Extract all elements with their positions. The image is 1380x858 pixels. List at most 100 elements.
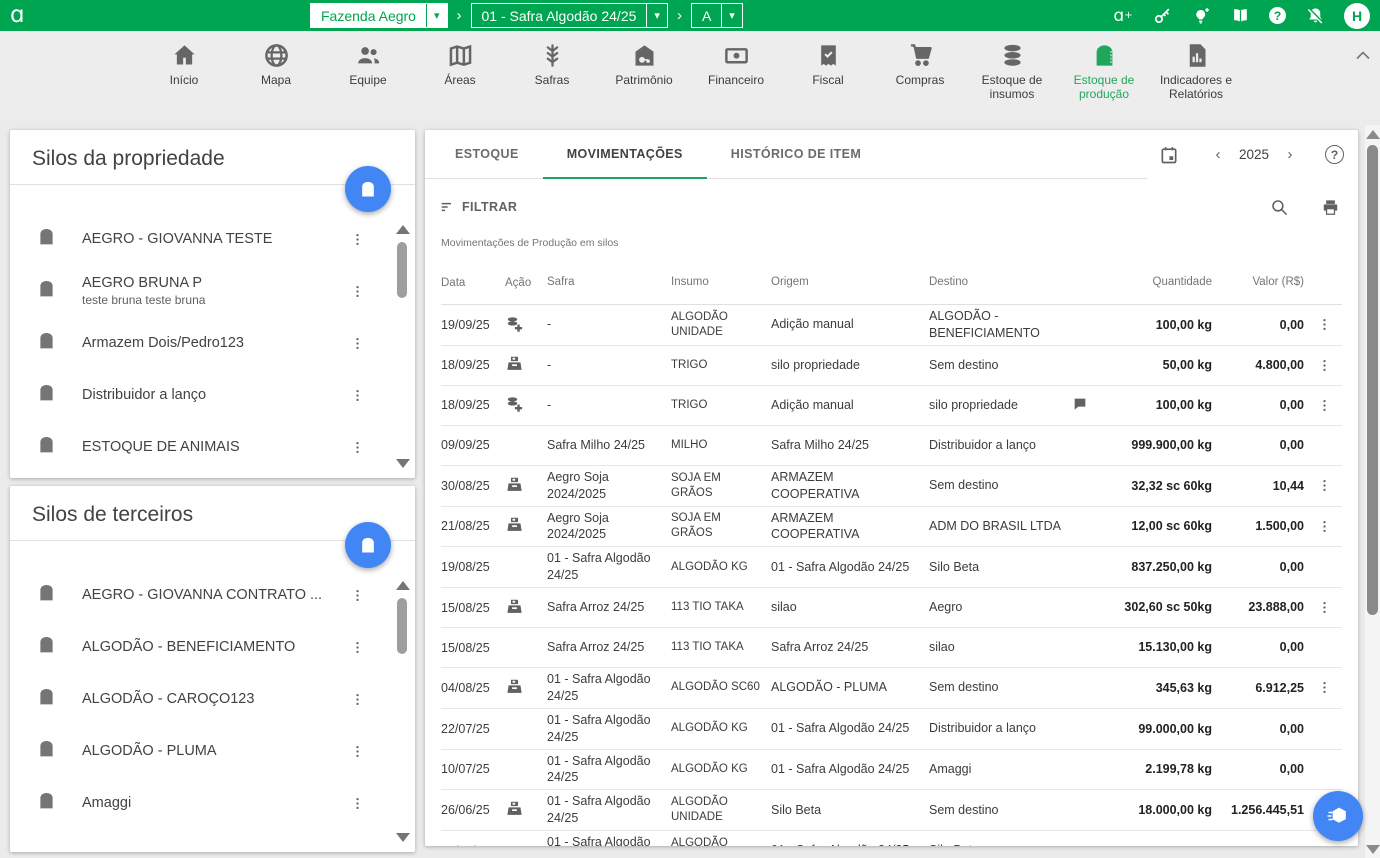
silo-list-item[interactable]: Armazem Dois/Pedro123 xyxy=(10,317,415,369)
aegro-add-icon[interactable]: ɑ+ xyxy=(1113,6,1133,26)
idea-icon[interactable] xyxy=(1191,6,1211,26)
table-row[interactable]: 10/07/25 01 - Safra Algodão 24/25 ALGODÃ… xyxy=(441,750,1342,791)
key-icon[interactable] xyxy=(1152,6,1172,26)
cell-destino: Sem destino xyxy=(929,357,1072,374)
scroll-down-icon[interactable] xyxy=(1366,845,1380,854)
scrollbar-thumb[interactable] xyxy=(397,242,407,298)
table-row[interactable]: 24/06/25 01 - Safra Algodão 24/25 ALGODÃ… xyxy=(441,831,1342,846)
nav-item-people[interactable]: Equipe xyxy=(329,42,408,119)
more-options-icon[interactable] xyxy=(345,284,369,299)
nav-item-barn[interactable]: Patrimônio xyxy=(605,42,684,119)
table-row[interactable]: 04/08/25 01 - Safra Algodão 24/25 ALGODÃ… xyxy=(441,668,1342,709)
more-options-icon[interactable] xyxy=(345,388,369,403)
scrollbar-thumb[interactable] xyxy=(1367,145,1378,615)
plot-selector[interactable]: A ▾ xyxy=(691,3,743,28)
chevron-down-icon[interactable]: ▾ xyxy=(426,4,447,27)
nav-item-globe[interactable]: Mapa xyxy=(237,42,316,119)
silo-list-item[interactable]: ALGODÃO - BENEFICIAMENTO xyxy=(10,621,415,673)
nav-item-home[interactable]: Início xyxy=(145,42,224,119)
table-row[interactable]: 15/08/25 Safra Arroz 24/25 113 TIO TAKA … xyxy=(441,628,1342,668)
chevron-down-icon[interactable]: ▾ xyxy=(646,4,667,27)
nav-item-cart[interactable]: Compras xyxy=(881,42,960,119)
nav-item-wheat[interactable]: Safras xyxy=(513,42,592,119)
scrollbar-thumb[interactable] xyxy=(397,598,407,654)
cell-insumo: ALGODÃO UNIDADE xyxy=(671,836,771,846)
nav-item-receipt[interactable]: Fiscal xyxy=(789,42,868,119)
more-options-icon[interactable] xyxy=(345,744,369,759)
filter-button[interactable]: FILTRAR xyxy=(439,199,517,215)
third-party-silos-scrollbar[interactable] xyxy=(396,581,408,842)
more-options-icon[interactable] xyxy=(1312,358,1336,373)
more-options-icon[interactable] xyxy=(1312,317,1336,332)
nav-item-database[interactable]: Estoque de insumos xyxy=(973,42,1052,119)
aegro-logo-icon[interactable]: ɑ xyxy=(10,2,38,28)
cell-date: 19/08/25 xyxy=(441,560,505,574)
more-options-icon[interactable] xyxy=(1312,478,1336,493)
table-row[interactable]: 26/06/25 01 - Safra Algodão 24/25 ALGODÃ… xyxy=(441,790,1342,831)
table-row[interactable]: 18/09/25 - TRIGO silo propriedade Sem de… xyxy=(441,346,1342,386)
more-options-icon[interactable] xyxy=(345,588,369,603)
cell-origem: silo propriedade xyxy=(771,357,929,374)
table-row[interactable]: 18/09/25 - TRIGO Adição manual silo prop… xyxy=(441,386,1342,426)
table-row[interactable]: 19/08/25 01 - Safra Algodão 24/25 ALGODÃ… xyxy=(441,547,1342,588)
season-selector[interactable]: 01 - Safra Algodão 24/25 ▾ xyxy=(471,3,668,28)
barn-icon xyxy=(605,42,684,74)
silo-list-item[interactable]: Distribuidor a lanço xyxy=(10,369,415,421)
table-row[interactable]: 15/08/25 Safra Arroz 24/25 113 TIO TAKA … xyxy=(441,588,1342,628)
own-silos-scrollbar[interactable] xyxy=(396,225,408,468)
silo-list-item[interactable]: AEGRO BRUNA P teste bruna teste bruna xyxy=(10,265,415,317)
table-row[interactable]: 09/09/25 Safra Milho 24/25 MILHO Safra M… xyxy=(441,426,1342,466)
tab-histórico-de-item[interactable]: HISTÓRICO DE ITEM xyxy=(707,130,885,179)
tab-movimentações[interactable]: MOVIMENTAÇÕES xyxy=(543,130,707,179)
plot-selector-label: A xyxy=(692,4,721,27)
tab-estoque[interactable]: ESTOQUE xyxy=(431,130,543,179)
page-scrollbar[interactable] xyxy=(1365,125,1380,858)
add-silo-button[interactable] xyxy=(345,166,391,212)
chevron-down-icon[interactable]: ▾ xyxy=(721,4,742,27)
notifications-muted-icon[interactable] xyxy=(1305,6,1325,26)
more-options-icon[interactable] xyxy=(345,640,369,655)
scroll-up-icon[interactable] xyxy=(396,581,410,590)
next-year-icon[interactable]: › xyxy=(1277,146,1303,163)
print-icon[interactable] xyxy=(1321,198,1340,217)
help-icon[interactable]: ? xyxy=(1269,7,1286,24)
more-options-icon[interactable] xyxy=(345,692,369,707)
cell-destino: Distribuidor a lanço xyxy=(929,437,1072,454)
collapse-nav-icon[interactable] xyxy=(1356,47,1370,65)
scroll-down-icon[interactable] xyxy=(396,833,410,842)
more-options-icon[interactable] xyxy=(345,440,369,455)
silo-list-item[interactable]: ESTOQUE DE ANIMAIS xyxy=(10,421,415,473)
calendar-icon[interactable] xyxy=(1159,145,1179,165)
knowledge-book-icon[interactable] xyxy=(1230,6,1250,26)
add-third-party-silo-button[interactable] xyxy=(345,522,391,568)
silo-list-item[interactable]: AEGRO - GIOVANNA CONTRATO ... xyxy=(10,569,415,621)
more-options-icon[interactable] xyxy=(1312,600,1336,615)
nav-item-silo[interactable]: Estoque de produção xyxy=(1065,42,1144,119)
table-row[interactable]: 22/07/25 01 - Safra Algodão 24/25 ALGODÃ… xyxy=(441,709,1342,750)
more-options-icon[interactable] xyxy=(1312,519,1336,534)
silo-list-item[interactable]: AEGRO - GIOVANNA TESTE xyxy=(10,213,415,265)
table-row[interactable]: 30/08/25 Aegro Soja 2024/2025 SOJA EM GR… xyxy=(441,466,1342,507)
scroll-up-icon[interactable] xyxy=(1366,130,1380,139)
farm-selector[interactable]: Fazenda Aegro ▾ xyxy=(310,3,448,28)
nav-item-map[interactable]: Áreas xyxy=(421,42,500,119)
silo-list-item[interactable]: ALGODÃO - PLUMA xyxy=(10,725,415,777)
table-row[interactable]: 19/09/25 - ALGODÃO UNIDADE Adição manual… xyxy=(441,305,1342,346)
scroll-down-icon[interactable] xyxy=(396,459,410,468)
scroll-up-icon[interactable] xyxy=(396,225,410,234)
help-outline-icon[interactable]: ? xyxy=(1325,145,1344,164)
more-options-icon[interactable] xyxy=(1312,680,1336,695)
more-options-icon[interactable] xyxy=(345,336,369,351)
previous-year-icon[interactable]: ‹ xyxy=(1205,146,1231,163)
more-options-icon[interactable] xyxy=(345,232,369,247)
user-avatar[interactable]: H xyxy=(1344,3,1370,29)
table-row[interactable]: 21/08/25 Aegro Soja 2024/2025 SOJA EM GR… xyxy=(441,507,1342,548)
silo-list-item[interactable]: ALGODÃO - CAROÇO123 xyxy=(10,673,415,725)
more-options-icon[interactable] xyxy=(345,796,369,811)
more-options-icon[interactable] xyxy=(1312,398,1336,413)
nav-item-money[interactable]: Financeiro xyxy=(697,42,776,119)
search-icon[interactable] xyxy=(1270,198,1289,217)
silo-list-item[interactable]: Amaggi xyxy=(10,777,415,829)
move-production-fab[interactable] xyxy=(1313,791,1363,841)
nav-item-report[interactable]: Indicadores e Relatórios xyxy=(1157,42,1236,119)
